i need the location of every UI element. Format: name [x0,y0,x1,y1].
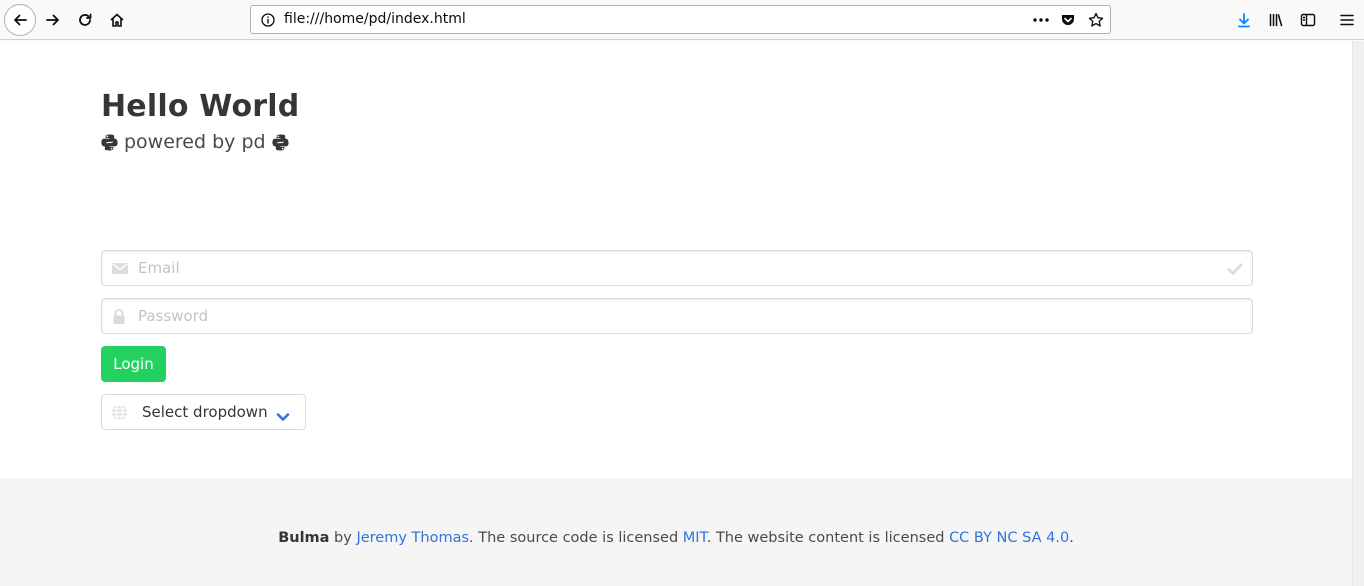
footer-text: Bulma by Jeremy Thomas. The source code … [0,530,1352,546]
bookmark-star-icon[interactable] [1088,12,1104,32]
check-icon [1227,261,1243,280]
footer-by: by [329,530,357,546]
home-icon [110,13,124,27]
globe-icon [111,404,128,425]
forward-button[interactable] [37,4,69,36]
menu-button[interactable] [1331,4,1363,36]
downloads-button[interactable] [1228,4,1260,36]
library-button[interactable] [1260,4,1292,36]
page-subtitle: powered by pd [101,130,289,154]
footer-text-2: . The website content is licensed [706,530,950,546]
password-field[interactable] [101,298,1253,334]
python-icon [101,134,118,150]
email-input[interactable] [138,251,1218,285]
library-icon [1269,13,1283,27]
login-button[interactable]: Login [101,346,166,382]
page-title: Hello World [101,89,300,124]
footer-text-1: . The source code is licensed [469,530,683,546]
select-dropdown[interactable]: Select dropdown [101,394,306,430]
back-button[interactable] [4,4,36,36]
home-button[interactable] [101,4,133,36]
menu-icon [1340,14,1354,26]
info-icon[interactable] [260,12,276,32]
mit-license-link[interactable]: MIT [683,530,707,546]
downloads-icon [1238,13,1250,28]
author-link[interactable]: Jeremy Thomas [356,530,469,546]
python-icon [272,134,289,150]
page-content: Hello World powered by pd Login [0,41,1352,586]
select-label[interactable]: Select dropdown [142,403,268,421]
envelope-icon [111,260,129,280]
page-actions-icon[interactable] [1032,12,1050,32]
back-icon [14,14,27,26]
cc-license-link[interactable]: CC BY NC SA 4.0 [949,530,1069,546]
email-field[interactable] [101,250,1253,286]
forward-icon [46,14,59,26]
subtitle-text: powered by pd [124,131,266,153]
scrollbar[interactable] [1352,41,1364,586]
pocket-icon[interactable] [1060,12,1076,32]
reload-button[interactable] [69,4,101,36]
footer: Bulma by Jeremy Thomas. The source code … [0,478,1352,586]
url-bar[interactable]: file:///home/pd/index.html [250,5,1111,34]
footer-text-3: . [1069,530,1074,546]
browser-toolbar: file:///home/pd/index.html [0,0,1364,40]
sidebar-icon [1300,13,1316,27]
chevron-down-icon[interactable] [276,407,290,426]
sidebar-button[interactable] [1292,4,1324,36]
lock-icon [111,308,127,329]
footer-brand: Bulma [278,530,330,546]
url-text[interactable]: file:///home/pd/index.html [284,11,466,27]
password-input[interactable] [138,299,1218,333]
reload-icon [79,13,92,26]
